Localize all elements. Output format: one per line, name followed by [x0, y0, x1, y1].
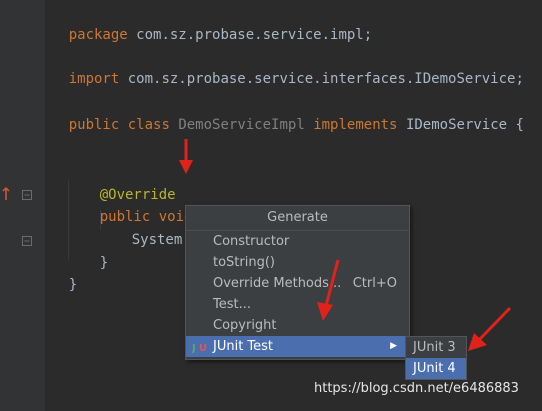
code-line-annotation: @Override [99, 187, 176, 203]
generate-popup: Generate Constructor toString() Override… [185, 205, 410, 360]
submenu-item-junit3[interactable]: JUnit 3 [406, 337, 466, 358]
svg-text:U: U [199, 343, 207, 353]
submenu-arrow-icon: ▶ [390, 341, 397, 351]
annotation-arrow-icon [179, 139, 193, 174]
menu-item-copyright[interactable]: Copyright [186, 315, 409, 336]
annotation-arrow-icon [317, 259, 340, 321]
code-line-package: package com.sz.probase.service.impl; [68, 27, 373, 43]
menu-item-constructor[interactable]: Constructor [186, 231, 409, 252]
fold-end-icon[interactable] [21, 235, 33, 247]
shortcut-label: Ctrl+O [352, 276, 397, 291]
annotation-arrow-icon [468, 306, 512, 351]
code-line-method: public void demo() { [66, 184, 268, 225]
menu-item-test[interactable]: Test... [186, 294, 409, 315]
svg-text:J: J [192, 343, 196, 353]
junit-icon: J U [192, 343, 207, 353]
override-up-arrow-icon[interactable] [1, 186, 11, 202]
code-line-import: import com.sz.probase.service.interfaces… [68, 71, 524, 87]
junit-submenu: JUnit 3 JUnit 4 [405, 336, 467, 380]
code-line-close-method: } [99, 255, 109, 271]
menu-item-junit-test[interactable]: J U JUnit Test ▶ [186, 336, 409, 357]
menu-item-override-methods[interactable]: Override Methods... Ctrl+O [186, 273, 409, 294]
submenu-item-junit4[interactable]: JUnit 4 [406, 358, 466, 379]
fold-icon[interactable] [21, 189, 33, 201]
popup-title: Generate [186, 206, 409, 231]
code-line-class: public class DemoServiceImpl implements … [68, 117, 524, 133]
code-line-close-class: } [68, 277, 78, 293]
watermark: https://blog.csdn.net/e6486883 [314, 381, 519, 396]
menu-item-tostring[interactable]: toString() [186, 252, 409, 273]
